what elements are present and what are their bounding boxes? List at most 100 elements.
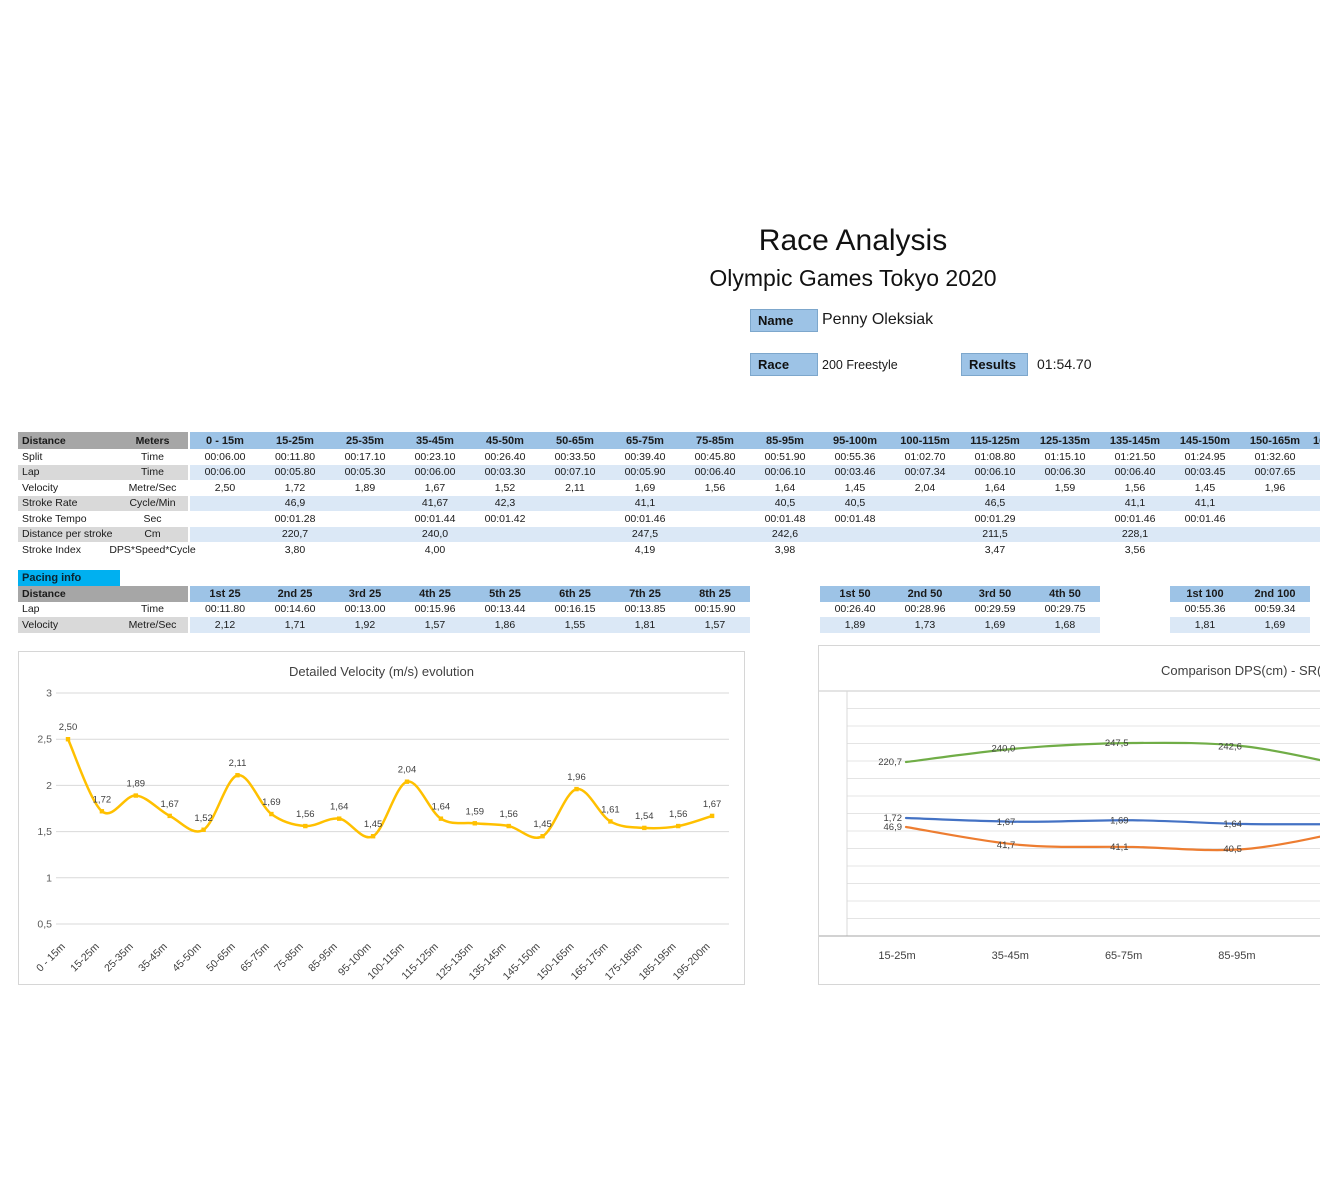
- table-cell: 00:03.30: [470, 464, 540, 480]
- table-cell: 247,5: [610, 526, 680, 542]
- pacing-lap-cell: 00:15.90: [694, 603, 736, 616]
- table-cell: [680, 526, 750, 542]
- table-column-header: 100-115m: [890, 432, 960, 449]
- pacing-column-header: 3rd 25: [330, 586, 400, 602]
- table-cell: [1310, 480, 1320, 496]
- table-cell: 00:01.48: [764, 512, 806, 525]
- svg-text:1,67: 1,67: [703, 799, 722, 810]
- table-cell: 1,67: [424, 481, 446, 494]
- velocity-evolution-plot: 0,511,522,532,501,721,891,671,522,111,69…: [37, 688, 729, 931]
- pacing-column-header: 8th 25: [680, 586, 750, 602]
- velocity-evolution-chart: Detailed Velocity (m/s) evolution 0,5 1 1,…: [18, 651, 745, 985]
- table-cell: [540, 495, 610, 511]
- row-label: Stroke Rate: [18, 495, 117, 511]
- table-cell: 00:06.00: [400, 464, 470, 480]
- table-column-header: 85-95m: [750, 432, 820, 449]
- pacing-velocity-cell: 1,57: [400, 617, 470, 633]
- row-unit: Metre/Sec: [117, 617, 190, 633]
- table-cell: 00:01.29: [974, 512, 1016, 525]
- table-cell: 46,9: [260, 495, 330, 511]
- table-column-header: 0 - 15m: [190, 432, 260, 449]
- table-cell: 00:06.40: [1100, 464, 1170, 480]
- svg-text:1,64: 1,64: [330, 802, 349, 813]
- svg-text:1,69: 1,69: [262, 797, 281, 808]
- svg-text:1,5: 1,5: [37, 826, 52, 838]
- pacing-velocity-cell: 2,12: [190, 617, 260, 633]
- pacing-velocity-cell: 1,55: [540, 617, 610, 633]
- table-cell: [1240, 526, 1310, 542]
- row-unit: Sec: [117, 511, 190, 527]
- pacing-lap-cell: 00:15.96: [414, 603, 456, 616]
- table-cell: 1,56: [704, 481, 726, 494]
- table-cell: [540, 526, 610, 542]
- pacing-velocity-cell: 1,69: [960, 617, 1030, 633]
- row-label: Split: [22, 450, 43, 463]
- svg-text:1,56: 1,56: [296, 809, 315, 820]
- table-cell: 2,50: [214, 481, 236, 494]
- table-cell: [1310, 511, 1320, 527]
- table-cell: 01:02.70: [904, 450, 946, 463]
- dps-sr-comparison-chart: Comparison DPS(cm) - SR(c/min) 220,7240,…: [818, 645, 1320, 985]
- table-cell: 3,80: [284, 543, 306, 556]
- name-label-box: Name: [750, 309, 818, 332]
- svg-text:41,7: 41,7: [997, 840, 1016, 851]
- pacing-column-header: 2nd 100: [1240, 586, 1310, 602]
- table-cell: 00:06.10: [960, 464, 1030, 480]
- table-corner-distance: Distance: [18, 432, 117, 449]
- table-cell: 1,45: [1194, 481, 1216, 494]
- svg-text:1,45: 1,45: [533, 819, 552, 830]
- race-data-table: Distance Meters 0 - 15m 15-25m 25-35m 35-45m 4…: [18, 432, 1320, 558]
- table-cell: [470, 526, 540, 542]
- table-cell: 1,96: [1264, 481, 1286, 494]
- table-cell: 00:01.42: [484, 512, 526, 525]
- pacing-velocity-cell: 1,71: [260, 617, 330, 633]
- svg-text:2,50: 2,50: [59, 722, 78, 733]
- table-cell: 240,0: [400, 526, 470, 542]
- table-cell: 00:05.80: [260, 464, 330, 480]
- pacing-info-header: Pacing info: [18, 570, 120, 586]
- table-cell: 01:15.10: [1044, 450, 1086, 463]
- svg-text:1,67: 1,67: [997, 817, 1016, 828]
- svg-text:1,72: 1,72: [93, 794, 112, 805]
- pacing-column-header: 2nd 25: [260, 586, 330, 602]
- table-cell: [330, 526, 400, 542]
- pacing-lap-cell: 00:28.96: [904, 603, 946, 616]
- table-cell: [890, 495, 960, 511]
- table-cell: 00:06.30: [1030, 464, 1100, 480]
- table-cell: 00:07.10: [540, 464, 610, 480]
- table-column-header: 65-75m: [610, 432, 680, 449]
- svg-text:2,04: 2,04: [398, 765, 417, 776]
- table-cell: [190, 495, 260, 511]
- table-cell: 40,5: [820, 495, 890, 511]
- table-cell: [1030, 511, 1100, 527]
- table-cell: 3,98: [774, 543, 796, 556]
- pacing-velocity-cell: 1,81: [1170, 617, 1240, 633]
- svg-text:1,96: 1,96: [567, 772, 586, 783]
- table-cell: 1,72: [284, 481, 306, 494]
- table-cell: 220,7: [260, 526, 330, 542]
- table-cell: 00:03.45: [1170, 464, 1240, 480]
- pacing-lap-cell: 00:14.60: [274, 603, 316, 616]
- svg-text:1,89: 1,89: [127, 779, 146, 790]
- svg-text:0,5: 0,5: [37, 919, 52, 931]
- table-cell: 242,6: [750, 526, 820, 542]
- table-cell: [680, 495, 750, 511]
- pacing-column-header: 5th 25: [470, 586, 540, 602]
- pacing-column-header: 3rd 50: [960, 586, 1030, 602]
- table-cell: 3,47: [984, 543, 1006, 556]
- table-cell: 01:08.80: [974, 450, 1016, 463]
- svg-text:15-25m: 15-25m: [878, 950, 915, 962]
- pacing-column-header: 7th 25: [610, 586, 680, 602]
- table-cell: 41,67: [400, 495, 470, 511]
- table-column-header: 25-35m: [330, 432, 400, 449]
- svg-text:1: 1: [46, 872, 52, 884]
- row-unit: Cycle/Min: [117, 495, 190, 511]
- table-cell: [1310, 526, 1320, 542]
- table-cell: 2,04: [914, 481, 936, 494]
- svg-text:1,59: 1,59: [466, 806, 485, 817]
- table-cell: 1,56: [1124, 481, 1146, 494]
- table-cell: 41,1: [1100, 495, 1170, 511]
- svg-text:2: 2: [46, 780, 52, 792]
- table-cell: 00:11.80: [274, 450, 316, 463]
- pacing-velocity-cell: 1,57: [680, 617, 750, 633]
